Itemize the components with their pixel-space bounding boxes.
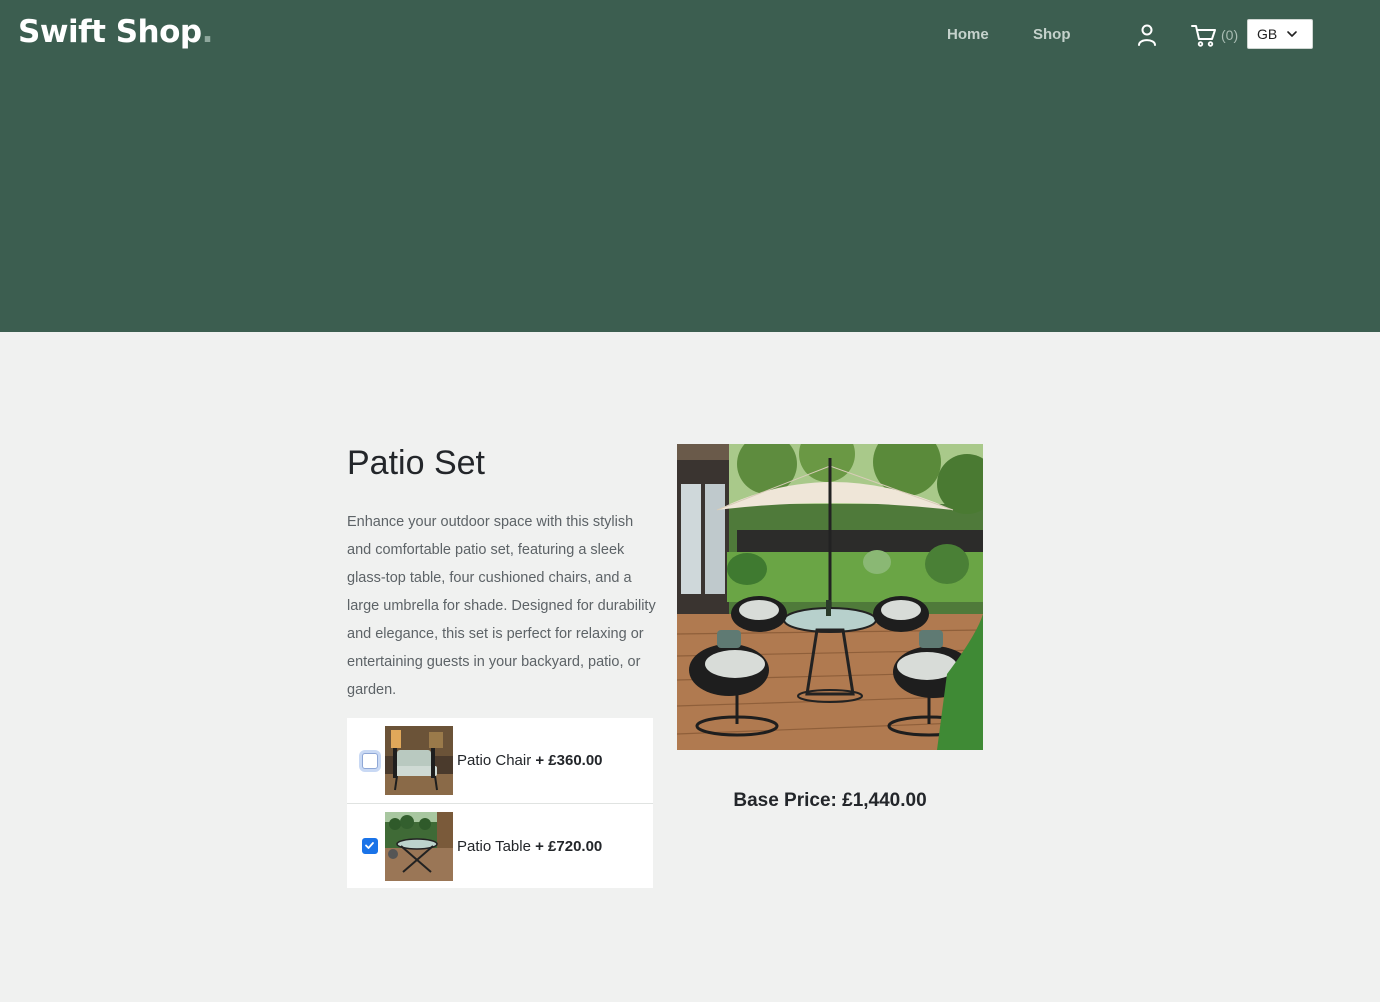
logo-text: Swift Shop <box>18 14 202 50</box>
product-title: Patio Set <box>347 444 485 482</box>
product-options: Patio Chair + £360.00 Patio Table + £720… <box>347 718 653 888</box>
chevron-down-icon <box>1287 31 1297 37</box>
option-name: Patio Table <box>457 837 531 855</box>
base-price: Base Price: £1,440.00 <box>733 790 927 811</box>
option-checkbox[interactable] <box>362 752 378 769</box>
option-price: + £720.00 <box>535 837 603 855</box>
checkmark-icon <box>365 842 374 849</box>
product-image <box>677 444 983 750</box>
logo-dot: . <box>201 14 214 50</box>
option-patio-table: Patio Table + £720.00 <box>347 803 653 888</box>
patio-chair-thumbnail <box>385 726 453 795</box>
user-icon <box>1138 24 1156 46</box>
nav-shop-link[interactable]: Shop <box>1033 26 1071 43</box>
site-logo[interactable]: Swift Shop. <box>18 14 213 50</box>
option-label: Patio Chair + £360.00 <box>457 752 603 769</box>
patio-table-thumbnail <box>385 811 453 881</box>
hero-banner: Swift Shop. Home Shop (0) GB <box>0 0 1380 332</box>
option-name: Patio Chair <box>457 752 532 769</box>
option-label: Patio Table + £720.00 <box>457 838 602 855</box>
product-description: Enhance your outdoor space with this sty… <box>347 514 656 698</box>
cart-icon <box>1191 25 1216 47</box>
cart-button[interactable]: (0) <box>1190 22 1238 48</box>
country-select[interactable]: GB <box>1247 19 1313 49</box>
option-checkbox[interactable] <box>362 838 378 854</box>
option-patio-chair: Patio Chair + £360.00 <box>347 718 653 803</box>
option-price: + £360.00 <box>535 752 603 769</box>
account-button[interactable] <box>1134 22 1160 48</box>
cart-count: (0) <box>1221 27 1239 43</box>
country-select-value: GB <box>1257 26 1278 42</box>
nav-home-link[interactable]: Home <box>947 26 989 43</box>
